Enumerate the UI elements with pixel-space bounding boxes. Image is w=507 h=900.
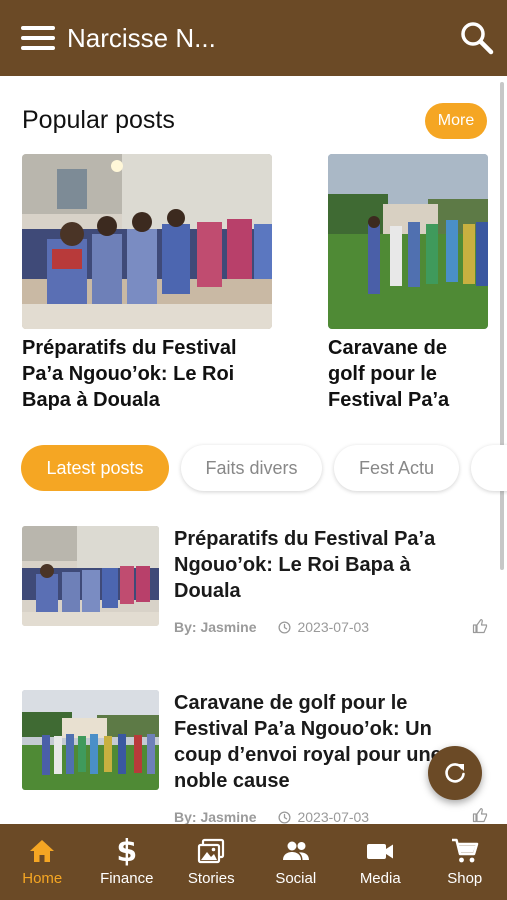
nav-finance[interactable]: $ Finance [85, 824, 170, 900]
scrollbar[interactable] [500, 82, 504, 570]
nav-label: Finance [100, 870, 154, 887]
nav-home[interactable]: Home [0, 824, 85, 900]
section-title: Popular posts [22, 106, 175, 134]
app-screen: Narcisse N... Popular posts More Prépara… [0, 0, 507, 900]
list-item[interactable]: Caravane de golf pour le Festival Pa’a N… [22, 690, 492, 825]
app-title: Narcisse N... [67, 22, 216, 53]
nav-label: Social [275, 870, 317, 887]
photos-icon [198, 838, 225, 864]
popular-post-title: Caravane de golf pour le Festival Pa’a N… [328, 337, 450, 411]
nav-shop[interactable]: Shop [423, 824, 507, 900]
popular-post-title: Préparatifs du Festival Pa’a Ngouo’ok: L… [22, 337, 237, 411]
post-meta: By: Jasmine 2023-07-03 [174, 619, 369, 635]
tab-faits-divers[interactable]: Faits divers [181, 445, 322, 491]
clock-icon [278, 620, 292, 634]
post-author: By: Jasmine [174, 809, 257, 825]
more-button[interactable]: More [425, 103, 487, 139]
nav-media[interactable]: Media [338, 824, 423, 900]
post-author: By: Jasmine [174, 619, 257, 635]
people-icon [282, 841, 309, 860]
clock-icon [278, 810, 292, 824]
nav-label: Shop [447, 870, 483, 887]
post-thumbnail [22, 526, 159, 626]
nav-label: Stories [187, 870, 235, 887]
nav-label: Home [22, 870, 63, 887]
cart-icon [451, 838, 478, 863]
post-thumbnail [22, 690, 159, 790]
tab-latest-posts[interactable]: Latest posts [21, 445, 169, 491]
post-date-wrap: 2023-07-03 [278, 619, 369, 635]
refresh-button[interactable] [428, 746, 482, 800]
app-header: Narcisse N... [0, 0, 507, 76]
tab-more-category[interactable] [471, 445, 507, 491]
nav-label: Media [359, 870, 401, 887]
search-icon[interactable] [459, 20, 495, 56]
post-image [22, 154, 272, 329]
post-meta: By: Jasmine 2023-07-03 [174, 809, 369, 825]
popular-post-card[interactable]: Caravane de golf pour le Festival Pa’a N… [328, 154, 488, 413]
nav-social[interactable]: Social [254, 824, 339, 900]
tab-fest-actu[interactable]: Fest Actu [334, 445, 459, 491]
nav-stories[interactable]: Stories [169, 824, 254, 900]
thumbs-up-icon[interactable] [472, 618, 488, 634]
video-camera-icon [367, 844, 394, 859]
post-image [328, 154, 488, 329]
refresh-icon [445, 763, 465, 783]
post-date: 2023-07-03 [297, 619, 370, 635]
thumbs-up-icon[interactable] [472, 807, 488, 823]
hamburger-menu-icon[interactable] [21, 26, 55, 50]
post-title: Préparatifs du Festival Pa’a Ngouo’ok: L… [174, 528, 436, 602]
bottom-navigation: Home $ Finance Stories Social Media Shop [0, 824, 507, 900]
post-date-wrap: 2023-07-03 [278, 809, 369, 825]
post-date: 2023-07-03 [297, 809, 370, 825]
home-icon [30, 840, 55, 862]
list-item[interactable]: Préparatifs du Festival Pa’a Ngouo’ok: L… [22, 526, 492, 641]
popular-post-card[interactable]: Préparatifs du Festival Pa’a Ngouo’ok: L… [22, 154, 272, 413]
dollar-icon: $ [116, 833, 138, 869]
